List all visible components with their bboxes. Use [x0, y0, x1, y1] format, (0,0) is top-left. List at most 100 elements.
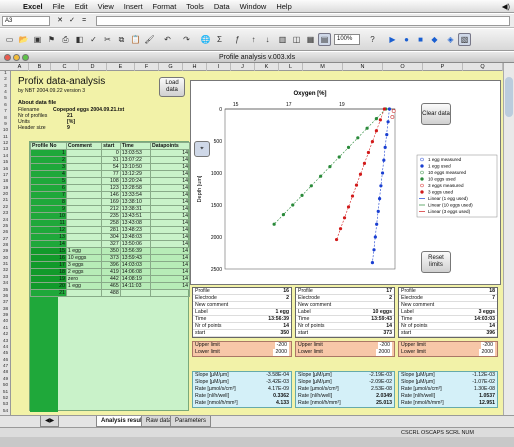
info-value[interactable]: 350 — [280, 330, 289, 336]
menu-tools[interactable]: Tools — [181, 2, 209, 11]
spelling-icon[interactable]: ✓ — [87, 33, 100, 46]
info-value[interactable]: 2 — [389, 295, 392, 301]
table-cell[interactable]: 3 — [30, 163, 67, 171]
clear-data-button[interactable]: Clear data — [421, 103, 451, 125]
table-cell[interactable]: 1 egg — [65, 282, 103, 290]
name-box[interactable]: A3 — [2, 16, 50, 26]
info-value[interactable]: 18 — [489, 288, 495, 294]
table-cell[interactable]: 13:56:39 — [119, 247, 152, 255]
tab-nav-icon[interactable]: ◀▶ — [40, 416, 60, 427]
table-cell[interactable]: 14 — [150, 219, 190, 227]
limit-row[interactable]: Upper limit -200 — [296, 342, 394, 349]
function-icon[interactable]: = — [80, 16, 88, 25]
table-cell[interactable]: 17 — [30, 261, 67, 269]
table-cell[interactable]: 14:03:03 — [119, 261, 152, 269]
toolbox-icon[interactable]: ▤ — [318, 33, 331, 46]
table-cell[interactable]: 4 — [30, 170, 67, 178]
table-cell[interactable] — [65, 149, 103, 157]
column-header[interactable]: K — [255, 63, 279, 71]
copy-icon[interactable]: ⧉ — [115, 33, 128, 46]
table-cell[interactable] — [65, 163, 103, 171]
table-cell[interactable]: 350 — [101, 247, 121, 255]
table-cell[interactable]: 212 — [101, 205, 121, 213]
table-cell[interactable]: 14 — [150, 177, 190, 185]
info-row[interactable]: Nr of points 14 — [296, 323, 394, 330]
info-row[interactable]: Electrode 2 — [296, 295, 394, 302]
worksheet[interactable]: Profix data-analysis by NBT 2004.09.22 v… — [11, 71, 503, 415]
table-cell[interactable]: 373 — [101, 254, 121, 262]
load-data-button[interactable]: Load data — [159, 77, 185, 97]
menu-view[interactable]: View — [93, 2, 119, 11]
column-header[interactable]: B — [29, 63, 51, 71]
info-value[interactable]: 373 — [383, 330, 392, 336]
table-cell[interactable]: 13:03:53 — [119, 149, 152, 157]
table-cell[interactable]: 281 — [101, 226, 121, 234]
table-cell[interactable]: zero — [65, 275, 103, 283]
hyperlink-icon[interactable]: 🌐 — [199, 33, 212, 46]
limit-row[interactable]: Upper limit -200 — [193, 342, 291, 349]
table-row[interactable]: 18 2 eggs 419 14:06:08 14 — [30, 268, 190, 276]
table-cell[interactable]: 2 eggs — [65, 268, 103, 276]
table-cell[interactable]: 14 — [150, 198, 190, 206]
table-cell[interactable]: 54 — [101, 163, 121, 171]
table-cell[interactable]: 14:06:08 — [119, 268, 152, 276]
close-window-icon[interactable] — [4, 54, 11, 61]
table-cell[interactable]: 13:20:24 — [119, 177, 152, 185]
table-cell[interactable]: 13:43:51 — [119, 212, 152, 220]
macro-icon[interactable]: ◆ — [428, 33, 441, 46]
table-cell[interactable]: 1 egg — [65, 247, 103, 255]
table-row[interactable]: 10 235 13:43:51 14 — [30, 212, 190, 220]
table-row[interactable]: 5 108 13:20:24 14 — [30, 177, 190, 185]
info-row[interactable]: New comment — [296, 302, 394, 309]
table-cell[interactable]: 14:08:19 — [119, 275, 152, 283]
menu-file[interactable]: File — [48, 2, 70, 11]
cancel-formula-icon[interactable]: ✕ — [56, 16, 64, 25]
table-cell[interactable]: 18 — [30, 268, 67, 276]
column-header[interactable]: F — [135, 63, 159, 71]
table-row[interactable]: 9 212 13:38:31 14 — [30, 205, 190, 213]
table-row[interactable]: 3 54 13:10:50 14 — [30, 163, 190, 171]
help-icon[interactable]: ? — [366, 33, 379, 46]
table-row[interactable]: 21 488 — [30, 289, 190, 297]
table-cell[interactable]: 14 — [150, 233, 190, 241]
table-row[interactable]: 2 31 13:07:22 14 — [30, 156, 190, 164]
menu-format[interactable]: Format — [148, 2, 182, 11]
open-icon[interactable]: 📂 — [17, 33, 30, 46]
table-cell[interactable]: 14 — [150, 247, 190, 255]
info-value[interactable]: 14 — [489, 323, 495, 329]
limit-row[interactable]: Lower limit 2000 — [399, 349, 497, 356]
table-cell[interactable]: 13:48:23 — [119, 226, 152, 234]
table-cell[interactable]: 15 — [30, 247, 67, 255]
format-painter-icon[interactable]: 🖌 — [143, 33, 156, 46]
limit-value[interactable]: -200 — [377, 342, 392, 349]
limit-value[interactable]: 2000 — [376, 349, 392, 356]
limit-row[interactable]: Lower limit 2000 — [193, 349, 291, 356]
table-row[interactable]: 1 0 13:03:53 14 — [30, 149, 190, 157]
table-cell[interactable]: 327 — [101, 240, 121, 248]
column-header[interactable]: D — [79, 63, 107, 71]
scroll-thumb[interactable] — [505, 77, 513, 117]
table-cell[interactable] — [150, 289, 190, 297]
info-row[interactable]: start 396 — [399, 330, 497, 337]
chart-tool-icon[interactable]: ⌖ — [194, 141, 210, 157]
table-cell[interactable]: 31 — [101, 156, 121, 164]
info-value[interactable]: 14:03:03 — [474, 316, 495, 322]
info-value[interactable]: 2 — [286, 295, 289, 301]
limit-value[interactable]: 2000 — [479, 349, 495, 356]
info-row[interactable]: New comment — [399, 302, 497, 309]
menubar-volume-icon[interactable]: ◀) — [502, 2, 514, 11]
table-cell[interactable]: 235 — [101, 212, 121, 220]
table-cell[interactable]: 9 — [30, 205, 67, 213]
paste-icon[interactable]: 📋 — [129, 33, 142, 46]
table-cell[interactable]: 19 — [30, 275, 67, 283]
table-row[interactable]: 17 3 eggs 396 14:03:03 14 — [30, 261, 190, 269]
table-row[interactable]: 12 281 13:48:23 14 — [30, 226, 190, 234]
undo-icon[interactable]: ↶ — [161, 33, 174, 46]
table-row[interactable]: 8 169 13:38:10 14 — [30, 198, 190, 206]
column-header[interactable]: G — [159, 63, 183, 71]
table-cell[interactable] — [65, 184, 103, 192]
table-cell[interactable]: 14 — [150, 275, 190, 283]
table-cell[interactable]: 14 — [150, 226, 190, 234]
info-value[interactable]: 7 — [492, 295, 495, 301]
info-row[interactable]: Time 13:56:39 — [193, 316, 291, 323]
